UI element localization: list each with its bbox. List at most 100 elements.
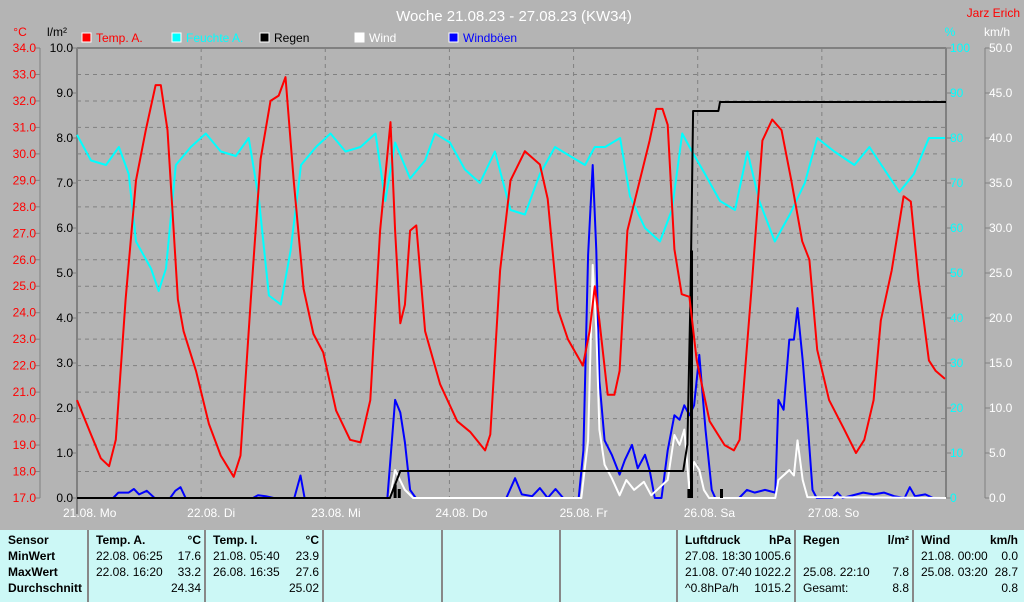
wind-tick-label: 10.0	[989, 401, 1013, 415]
rain-tick-label: 1.0	[56, 446, 73, 460]
hum-tick-label: 20	[950, 401, 964, 415]
press-unit: hPa	[768, 533, 791, 547]
legend-swatch-1	[171, 32, 182, 43]
rain-unit: l/m²	[887, 533, 909, 547]
wind-tick-label: 15.0	[989, 356, 1013, 370]
wind-tick-label: 20.0	[989, 311, 1013, 325]
temp_i-unit: °C	[305, 533, 319, 547]
temp-tick-label: 33.0	[13, 67, 37, 81]
series-line-temp-a-	[76, 76, 946, 478]
hum-tick-label: 30	[950, 356, 964, 370]
column-divider	[559, 530, 561, 602]
chart-title: Woche 21.08.23 - 27.08.23 (KW34)	[396, 8, 632, 25]
temp-tick-label: 30.0	[13, 147, 37, 161]
column-divider	[441, 530, 443, 602]
column-divider	[676, 530, 678, 602]
column-divider	[204, 530, 206, 602]
max-label: MaxWert	[8, 565, 58, 579]
hum-tick-label: 60	[950, 221, 964, 235]
rain-tick-label: 0.0	[56, 491, 73, 505]
rain-tick-label: 3.0	[56, 356, 73, 370]
wind-tick-label: 50.0	[989, 41, 1013, 55]
legend-label-0: Temp. A.	[96, 31, 143, 45]
rain-tick-label: 8.0	[56, 131, 73, 145]
wind-unit: km/h	[989, 533, 1018, 547]
wind-tick-label: 40.0	[989, 131, 1013, 145]
temp-axis-unit: °C	[13, 25, 27, 39]
hum-tick-label: 90	[950, 86, 964, 100]
legend-label-3: Wind	[369, 31, 396, 45]
wind-tick-label: 35.0	[989, 176, 1013, 190]
temp_i-avg-value: 25.02	[288, 581, 319, 595]
temp-tick-label: 23.0	[13, 332, 37, 346]
hum-tick-label: 80	[950, 131, 964, 145]
temp-tick-label: 17.0	[13, 491, 37, 505]
rain-bar	[720, 489, 724, 498]
avg-label: Durchschnitt	[8, 581, 83, 595]
temp-tick-label: 19.0	[13, 438, 37, 452]
rain-tick-label: 10.0	[50, 41, 74, 55]
series-line-feuchte-a-	[76, 132, 945, 306]
hum-tick-label: 0	[950, 491, 957, 505]
temp-tick-label: 29.0	[13, 173, 37, 187]
temp-tick-label: 22.0	[13, 359, 37, 373]
wind-tick-label: 25.0	[989, 266, 1013, 280]
min-label: MinWert	[8, 549, 56, 563]
legend-swatch-3	[354, 32, 365, 43]
hum-tick-label: 10	[950, 446, 964, 460]
hum-tick-label: 50	[950, 266, 964, 280]
rain-bar	[687, 489, 691, 498]
hum-tick-label: 70	[950, 176, 964, 190]
temp-tick-label: 25.0	[13, 279, 37, 293]
legend-swatch-4	[448, 32, 459, 43]
wind-tick-label: 0.0	[989, 491, 1006, 505]
weather-chart: Woche 21.08.23 - 27.08.23 (KW34) Jarz Er…	[13, 6, 1020, 520]
temp-tick-label: 31.0	[13, 120, 37, 134]
rain-tick-label: 4.0	[56, 311, 73, 325]
temp-tick-label: 27.0	[13, 226, 37, 240]
wind-tick-label: 5.0	[989, 446, 1006, 460]
rain-axis-unit: l/m²	[47, 25, 67, 39]
series-line-wind	[77, 263, 947, 499]
wind-min-value: 0.0	[1001, 549, 1018, 563]
x-tick-label: 23.08. Mi	[311, 506, 360, 520]
temp-tick-label: 20.0	[13, 412, 37, 426]
x-tick-label: 26.08. Sa	[684, 506, 736, 520]
temp-tick-label: 26.0	[13, 253, 37, 267]
wind-avg-value: 0.8	[1001, 581, 1018, 595]
statistics-table: Sensor MinWert MaxWert Durchschnitt Temp. A.…	[0, 530, 1024, 602]
series-line-regen	[77, 101, 946, 499]
press-avg-value: 1015.2	[754, 581, 791, 595]
x-tick-label: 27.08. So	[808, 506, 860, 520]
rain-tick-label: 2.0	[56, 401, 73, 415]
wind-axis-unit: km/h	[984, 25, 1010, 39]
rain-bar	[397, 489, 401, 498]
column-divider	[322, 530, 324, 602]
x-tick-label: 21.08. Mo	[63, 506, 117, 520]
legend-swatch-2	[259, 32, 270, 43]
temp_a-max-value: 33.2	[177, 565, 201, 579]
wind-max-value: 28.7	[994, 565, 1018, 579]
temp_i-min-value: 23.9	[295, 549, 319, 563]
x-tick-label: 24.08. Do	[435, 506, 487, 520]
x-tick-label: 22.08. Di	[187, 506, 235, 520]
temp-tick-label: 24.0	[13, 306, 37, 320]
column-divider	[912, 530, 914, 602]
temp_a-unit: °C	[187, 533, 201, 547]
temp_i-max-value: 27.6	[295, 565, 319, 579]
sensor-label: Sensor	[8, 533, 49, 547]
rain-tick-label: 9.0	[56, 86, 73, 100]
legend-label-1: Feuchte A.	[186, 31, 243, 45]
rain-avg-value: 8.8	[892, 581, 909, 595]
column-divider	[794, 530, 796, 602]
rain-max-value: 7.8	[892, 565, 909, 579]
humidity-axis-unit: %	[945, 25, 956, 39]
temp-tick-label: 18.0	[13, 465, 37, 479]
wind-tick-label: 45.0	[989, 86, 1013, 100]
press-max-value: 1022.2	[754, 565, 791, 579]
wind-tick-label: 30.0	[989, 221, 1013, 235]
legend-label-2: Regen	[274, 31, 309, 45]
temp_a-avg-value: 24.34	[170, 581, 201, 595]
rain-tick-label: 6.0	[56, 221, 73, 235]
temp-tick-label: 21.0	[13, 385, 37, 399]
